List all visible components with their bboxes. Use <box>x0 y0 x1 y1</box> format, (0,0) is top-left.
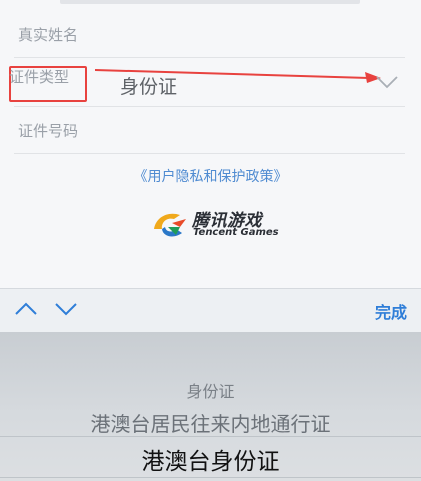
chevron-down-icon[interactable] <box>54 301 78 317</box>
real-name-field[interactable]: 真实姓名 <box>0 14 421 58</box>
picker-selection-line <box>0 477 421 478</box>
id-type-field[interactable]: 证件类型 身份证 <box>0 60 421 107</box>
tencent-games-logo-icon <box>154 213 186 237</box>
done-button[interactable]: 完成 <box>375 299 407 323</box>
logo-english-text: Tencent Games <box>193 227 279 238</box>
privacy-policy-link[interactable]: 《用户隐私和保护政策》 <box>0 166 421 186</box>
cutoff-header-text <box>60 0 360 4</box>
divider <box>14 153 405 154</box>
chevron-down-icon[interactable] <box>375 74 399 90</box>
id-type-picker[interactable]: 身份证 港澳台居民往来内地通行证 港澳台身份证 <box>0 332 421 481</box>
picker-option[interactable]: 港澳台居民往来内地通行证 <box>0 408 421 437</box>
verification-form: 真实姓名 证件类型 身份证 证件号码 《用户隐私和保护政策》 腾讯游戏 Tenc… <box>0 0 421 288</box>
id-number-label: 证件号码 <box>18 122 79 140</box>
picker-option[interactable]: 身份证 <box>0 378 421 402</box>
real-name-label: 真实姓名 <box>18 26 79 44</box>
annotation-arrow-icon <box>95 69 381 83</box>
picker-option-selected[interactable]: 港澳台身份证 <box>0 442 421 476</box>
divider <box>14 106 405 107</box>
chevron-up-icon[interactable] <box>14 301 38 317</box>
picker-toolbar: 完成 <box>0 288 421 332</box>
tencent-games-logo: 腾讯游戏 Tencent Games <box>150 205 280 245</box>
picker-selection-line <box>0 436 421 437</box>
divider <box>14 57 405 58</box>
id-type-label: 证件类型 <box>9 68 70 86</box>
id-number-field[interactable]: 证件号码 <box>0 108 421 154</box>
